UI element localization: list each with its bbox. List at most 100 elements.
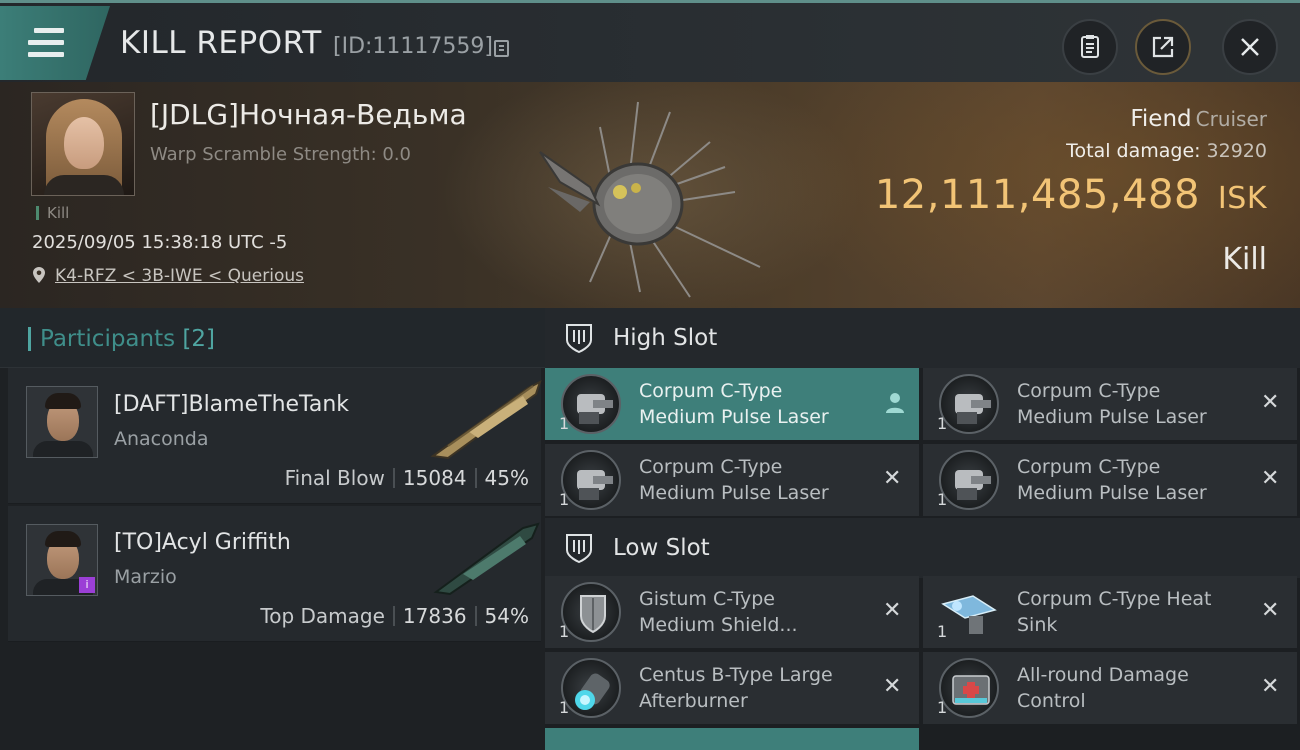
module-name: Corpum C-Type Medium Pulse Laser — [1017, 456, 1207, 504]
participants-header: Participants [2] — [0, 308, 545, 368]
participant-row[interactable]: i [TO]Acyl Griffith Marzio Top Damage 178… — [8, 506, 541, 642]
module-quantity: 1 — [559, 698, 570, 717]
victim-ship-class: Cruiser — [1195, 107, 1267, 131]
person-icon — [886, 393, 904, 413]
module-slot[interactable]: 1 Corpum C-Type Medium Pulse Laser — [545, 368, 919, 440]
victim-avatar[interactable] — [31, 92, 135, 196]
destroyed-icon: ✕ — [883, 674, 902, 699]
fitting-panel: High Slot 1 Corpum C-Type Medium Pulse La… — [545, 308, 1300, 750]
participant-name: [TO]Acyl Griffith — [114, 530, 291, 555]
victim-ship-image — [539, 101, 761, 298]
module-quantity: 1 — [937, 622, 948, 641]
clipboard-button[interactable] — [1062, 19, 1118, 75]
kill-datetime: 2025/09/05 15:38:18 UTC -5 — [32, 232, 288, 253]
warp-scramble-strength: Warp Scramble Strength: 0.0 — [150, 144, 412, 165]
pulse-laser-icon — [561, 450, 621, 510]
location-pin-icon — [33, 267, 45, 283]
afterburner-icon — [561, 658, 621, 718]
participant-percent: 45% — [484, 466, 529, 490]
participant-percent: 54% — [484, 604, 529, 628]
high-slot-title: High Slot — [613, 325, 718, 351]
module-slot[interactable] — [545, 728, 919, 750]
participant-ship: Anaconda — [114, 428, 209, 450]
participant-avatar[interactable]: i — [26, 524, 98, 596]
module-name: Centus B-Type Large Afterburner — [639, 664, 833, 712]
menu-button[interactable] — [0, 6, 110, 80]
isk-value: 12,111,485,488 ISK — [875, 172, 1267, 218]
participant-ship-image — [430, 380, 542, 460]
participant-stat-label: Final Blow — [284, 466, 385, 490]
participant-row[interactable]: [DAFT]BlameTheTank Anaconda Final Blow 15… — [8, 368, 542, 504]
participant-stats: Final Blow 15084 45% — [285, 466, 529, 490]
menu-icon — [28, 28, 64, 58]
module-name: Gistum C-Type Medium Shield... — [639, 588, 798, 636]
total-damage: Total damage: 32920 — [1066, 140, 1267, 162]
isk-unit: ISK — [1217, 181, 1267, 216]
module-slot[interactable]: 1 Centus B-Type Large Afterburner ✕ — [545, 652, 919, 724]
victim-name[interactable]: [JDLG]Ночная-Ведьма — [150, 98, 467, 131]
module-name: Corpum C-Type Medium Pulse Laser — [1017, 380, 1207, 428]
participant-stats: Top Damage 17836 54% — [260, 604, 529, 628]
module-quantity: 1 — [937, 490, 948, 509]
module-quantity: 1 — [559, 622, 570, 641]
shield-module-icon — [561, 582, 621, 642]
module-quantity: 1 — [559, 414, 570, 433]
damage-control-icon — [939, 658, 999, 718]
low-slot-shield-icon — [566, 534, 592, 564]
total-damage-value: 32920 — [1206, 140, 1267, 162]
total-damage-label: Total damage: — [1066, 140, 1201, 162]
participant-ship-image — [433, 522, 540, 596]
module-quantity: 1 — [559, 490, 570, 509]
info-badge-icon: i — [79, 577, 95, 593]
participant-avatar[interactable] — [26, 386, 98, 458]
isk-amount: 12,111,485,488 — [874, 172, 1200, 218]
close-button[interactable] — [1222, 19, 1278, 75]
pulse-laser-icon — [561, 374, 621, 434]
participant-stat-label: Top Damage — [260, 604, 385, 628]
module-name: Corpum C-Type Heat Sink — [1017, 588, 1212, 636]
clipboard-icon — [1081, 35, 1099, 58]
kill-tag: Kill — [36, 206, 69, 221]
kill-result: Kill — [1222, 242, 1267, 277]
module-quantity: 1 — [937, 414, 948, 433]
victim-ship: Fiend Cruiser — [1130, 106, 1267, 132]
participant-name: [DAFT]BlameTheTank — [114, 392, 350, 417]
copy-icon[interactable] — [494, 40, 509, 57]
destroyed-icon: ✕ — [1261, 598, 1280, 623]
title-bar: KILL REPORT [ID:11117559] — [0, 0, 1300, 82]
module-quantity: 1 — [937, 698, 948, 717]
module-name: Corpum C-Type Medium Pulse Laser — [639, 456, 829, 504]
kill-location-link[interactable]: K4-RFZ < 3B-IWE < Querious — [55, 266, 304, 286]
destroyed-icon: ✕ — [1261, 674, 1280, 699]
module-name: All-round Damage Control — [1017, 664, 1189, 712]
page-title: KILL REPORT — [120, 25, 322, 61]
report-id: [ID:11117559] — [333, 34, 493, 59]
high-slot-header: High Slot — [545, 308, 1300, 368]
destroyed-icon: ✕ — [883, 466, 902, 491]
destroyed-icon: ✕ — [1261, 390, 1280, 415]
module-slot[interactable]: 1 Corpum C-Type Medium Pulse Laser ✕ — [923, 444, 1297, 516]
module-slot[interactable]: 1 Corpum C-Type Heat Sink ✕ — [923, 576, 1297, 648]
high-slot-shield-icon — [566, 324, 592, 354]
close-icon — [1241, 38, 1259, 56]
destroyed-icon: ✕ — [883, 598, 902, 623]
low-slot-header: Low Slot — [545, 518, 1300, 578]
participants-panel: Participants [2] [DAFT]BlameTheTank Anac… — [0, 308, 545, 750]
pulse-laser-icon — [939, 450, 999, 510]
participant-damage: 15084 — [402, 466, 467, 490]
module-slot[interactable]: 1 All-round Damage Control ✕ — [923, 652, 1297, 724]
module-slot[interactable]: 1 Corpum C-Type Medium Pulse Laser ✕ — [923, 368, 1297, 440]
participants-count: [2] — [182, 326, 216, 352]
destroyed-icon: ✕ — [1261, 466, 1280, 491]
participant-ship: Marzio — [114, 566, 177, 588]
module-name: Corpum C-Type Medium Pulse Laser — [639, 380, 829, 428]
share-icon — [1152, 36, 1174, 58]
victim-summary: [JDLG]Ночная-Ведьма Warp Scramble Streng… — [0, 82, 1300, 308]
share-button[interactable] — [1135, 19, 1191, 75]
participant-damage: 17836 — [402, 604, 467, 628]
module-slot[interactable]: 1 Corpum C-Type Medium Pulse Laser ✕ — [545, 444, 919, 516]
low-slot-title: Low Slot — [613, 535, 710, 561]
victim-ship-name: Fiend — [1130, 106, 1192, 132]
pulse-laser-icon — [939, 374, 999, 434]
module-slot[interactable]: 1 Gistum C-Type Medium Shield... ✕ — [545, 576, 919, 648]
